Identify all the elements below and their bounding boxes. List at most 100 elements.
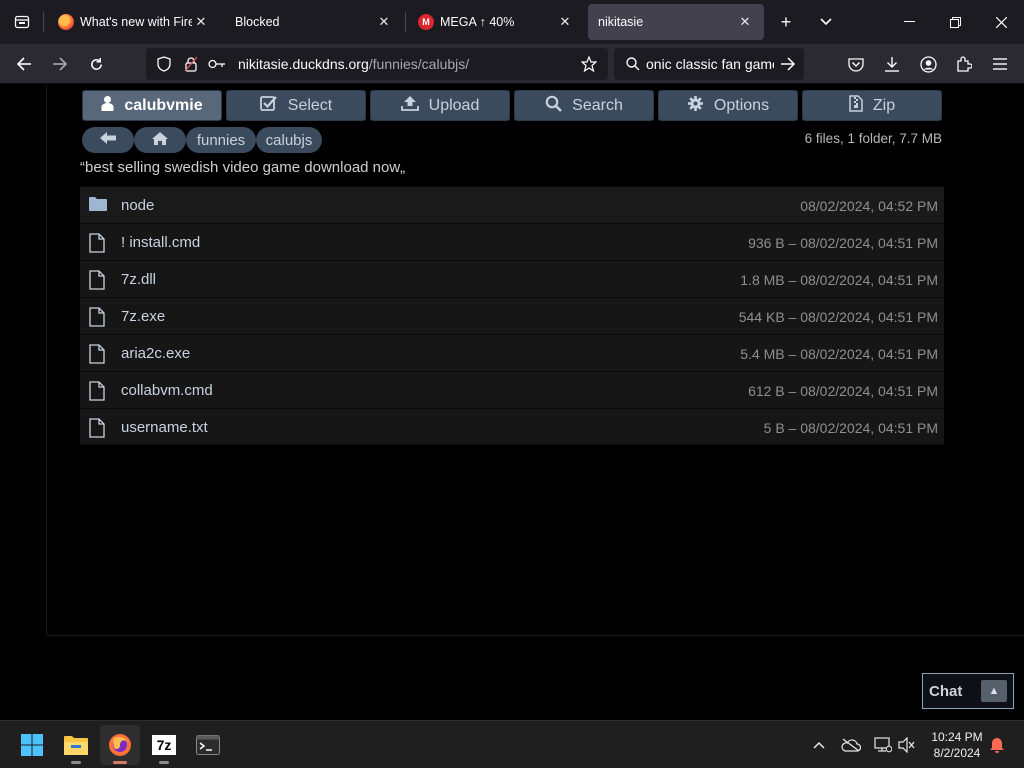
windows-start-icon[interactable]: [12, 725, 52, 765]
lock-icon[interactable]: [182, 55, 200, 73]
firefox-view-icon[interactable]: [8, 8, 36, 36]
upload-button[interactable]: Upload: [370, 90, 510, 121]
file-name[interactable]: collabvm.cmd: [121, 382, 213, 399]
close-tab-icon[interactable]: ✕: [736, 13, 754, 31]
list-tabs-icon[interactable]: [812, 8, 840, 36]
file-icon: [89, 270, 107, 290]
search-icon: [545, 95, 563, 117]
url-text[interactable]: nikitasie.duckdns.org/funnies/calubjs/: [238, 56, 469, 72]
upload-icon: [400, 95, 419, 116]
forward-icon[interactable]: [46, 50, 74, 78]
chevron-up-icon[interactable]: ▲: [981, 680, 1007, 702]
search-input[interactable]: onic classic fan game: [646, 56, 774, 72]
tab-title: What's new with Firefox: [80, 15, 192, 29]
file-name[interactable]: 7z.dll: [121, 271, 156, 288]
search-label: Search: [572, 96, 623, 114]
file-icon: [89, 233, 107, 253]
search-button[interactable]: Search: [514, 90, 654, 121]
upload-label: Upload: [428, 96, 480, 114]
breadcrumb-item-calubjs[interactable]: calubjs: [256, 127, 322, 153]
chat-toggle-button[interactable]: Chat ▲: [922, 673, 1014, 709]
arrow-left-icon: [99, 131, 117, 149]
chevron-up-icon[interactable]: [808, 734, 830, 756]
menu-hamburger-icon[interactable]: [986, 50, 1014, 78]
terminal-icon[interactable]: [188, 725, 228, 765]
7zip-icon[interactable]: 7z: [144, 725, 184, 765]
close-window-icon[interactable]: [978, 0, 1024, 44]
breadcrumb-item-funnies[interactable]: funnies: [186, 127, 256, 153]
shield-icon[interactable]: [155, 55, 173, 73]
options-label: Options: [713, 96, 770, 114]
bookmark-star-icon[interactable]: [580, 55, 598, 73]
downloads-icon[interactable]: [878, 50, 906, 78]
checkbox-icon: [259, 95, 278, 116]
onedrive-offline-icon[interactable]: [840, 734, 862, 756]
volume-muted-icon[interactable]: [896, 734, 918, 756]
file-name[interactable]: username.txt: [121, 419, 208, 436]
file-meta: 612 B – 08/02/2024, 04:51 PM: [748, 383, 938, 399]
url-host: nikitasie.duckdns.org: [238, 56, 369, 72]
back-up-button[interactable]: [82, 127, 134, 153]
options-button[interactable]: Options: [658, 90, 798, 121]
list-item[interactable]: 7z.exe 544 KB – 08/02/2024, 04:51 PM: [80, 297, 944, 334]
7zip-label: 7z: [156, 737, 172, 753]
system-clock[interactable]: 10:24 PM 8/2/2024: [922, 729, 992, 761]
file-name[interactable]: aria2c.exe: [121, 345, 190, 362]
clock-time: 10:24 PM: [931, 730, 983, 744]
page-content: calubvmie Select Upload Search Options Z…: [0, 85, 1024, 720]
firefox-icon[interactable]: [100, 725, 140, 765]
file-list: node 08/02/2024, 04:52 PM ! install.cmd …: [80, 186, 944, 445]
close-tab-icon[interactable]: ✕: [556, 13, 574, 31]
search-bar[interactable]: onic classic fan game: [614, 48, 804, 80]
file-icon: [89, 381, 107, 401]
zip-button[interactable]: Zip: [802, 90, 942, 121]
search-go-icon[interactable]: [778, 54, 798, 74]
close-tab-icon[interactable]: ✕: [375, 13, 393, 31]
extensions-icon[interactable]: [950, 50, 978, 78]
network-icon[interactable]: [872, 734, 894, 756]
zip-file-icon: [849, 94, 863, 117]
minimize-icon[interactable]: [886, 0, 932, 44]
user-icon: [101, 95, 114, 116]
tab-title: nikitasie: [598, 15, 644, 29]
back-icon[interactable]: [10, 50, 38, 78]
list-item[interactable]: 7z.dll 1.8 MB – 08/02/2024, 04:51 PM: [80, 260, 944, 297]
home-button[interactable]: [134, 127, 186, 153]
reload-icon[interactable]: [82, 50, 110, 78]
list-item[interactable]: collabvm.cmd 612 B – 08/02/2024, 04:51 P…: [80, 371, 944, 408]
file-name[interactable]: ! install.cmd: [121, 234, 200, 251]
list-item[interactable]: username.txt 5 B – 08/02/2024, 04:51 PM: [80, 408, 944, 445]
file-icon: [89, 344, 107, 364]
new-tab-button[interactable]: +: [772, 8, 800, 36]
list-item[interactable]: ! install.cmd 936 B – 08/02/2024, 04:51 …: [80, 223, 944, 260]
pocket-icon[interactable]: [842, 50, 870, 78]
search-icon: [624, 55, 642, 73]
account-icon[interactable]: [914, 50, 942, 78]
user-button[interactable]: calubvmie: [82, 90, 222, 121]
key-icon[interactable]: [208, 55, 226, 73]
select-button[interactable]: Select: [226, 90, 366, 121]
mega-icon: M: [418, 14, 434, 30]
tab-mega[interactable]: M MEGA ↑ 40% ✕: [408, 4, 584, 40]
file-meta: 5 B – 08/02/2024, 04:51 PM: [763, 420, 938, 436]
file-icon: [89, 307, 107, 327]
tab-nikitasie[interactable]: nikitasie ✕: [588, 4, 764, 40]
file-icon: [89, 418, 107, 438]
list-item[interactable]: node 08/02/2024, 04:52 PM: [80, 186, 944, 223]
file-name[interactable]: node: [121, 197, 154, 214]
running-indicator: [71, 761, 81, 764]
notification-bell-icon[interactable]: [986, 734, 1008, 756]
tab-whats-new[interactable]: What's new with Firefox ✕: [48, 4, 220, 40]
address-bar[interactable]: nikitasie.duckdns.org/funnies/calubjs/: [146, 48, 608, 80]
home-icon: [151, 131, 169, 150]
firefox-icon: [58, 14, 74, 30]
file-meta: 5.4 MB – 08/02/2024, 04:51 PM: [740, 346, 938, 362]
running-indicator: [159, 761, 169, 764]
file-name[interactable]: 7z.exe: [121, 308, 165, 325]
close-tab-icon[interactable]: ✕: [192, 13, 210, 31]
url-path: /funnies/calubjs/: [368, 56, 470, 72]
list-item[interactable]: aria2c.exe 5.4 MB – 08/02/2024, 04:51 PM: [80, 334, 944, 371]
file-explorer-icon[interactable]: [56, 725, 96, 765]
restore-icon[interactable]: [932, 0, 978, 44]
tab-blocked[interactable]: Blocked ✕: [225, 4, 403, 40]
